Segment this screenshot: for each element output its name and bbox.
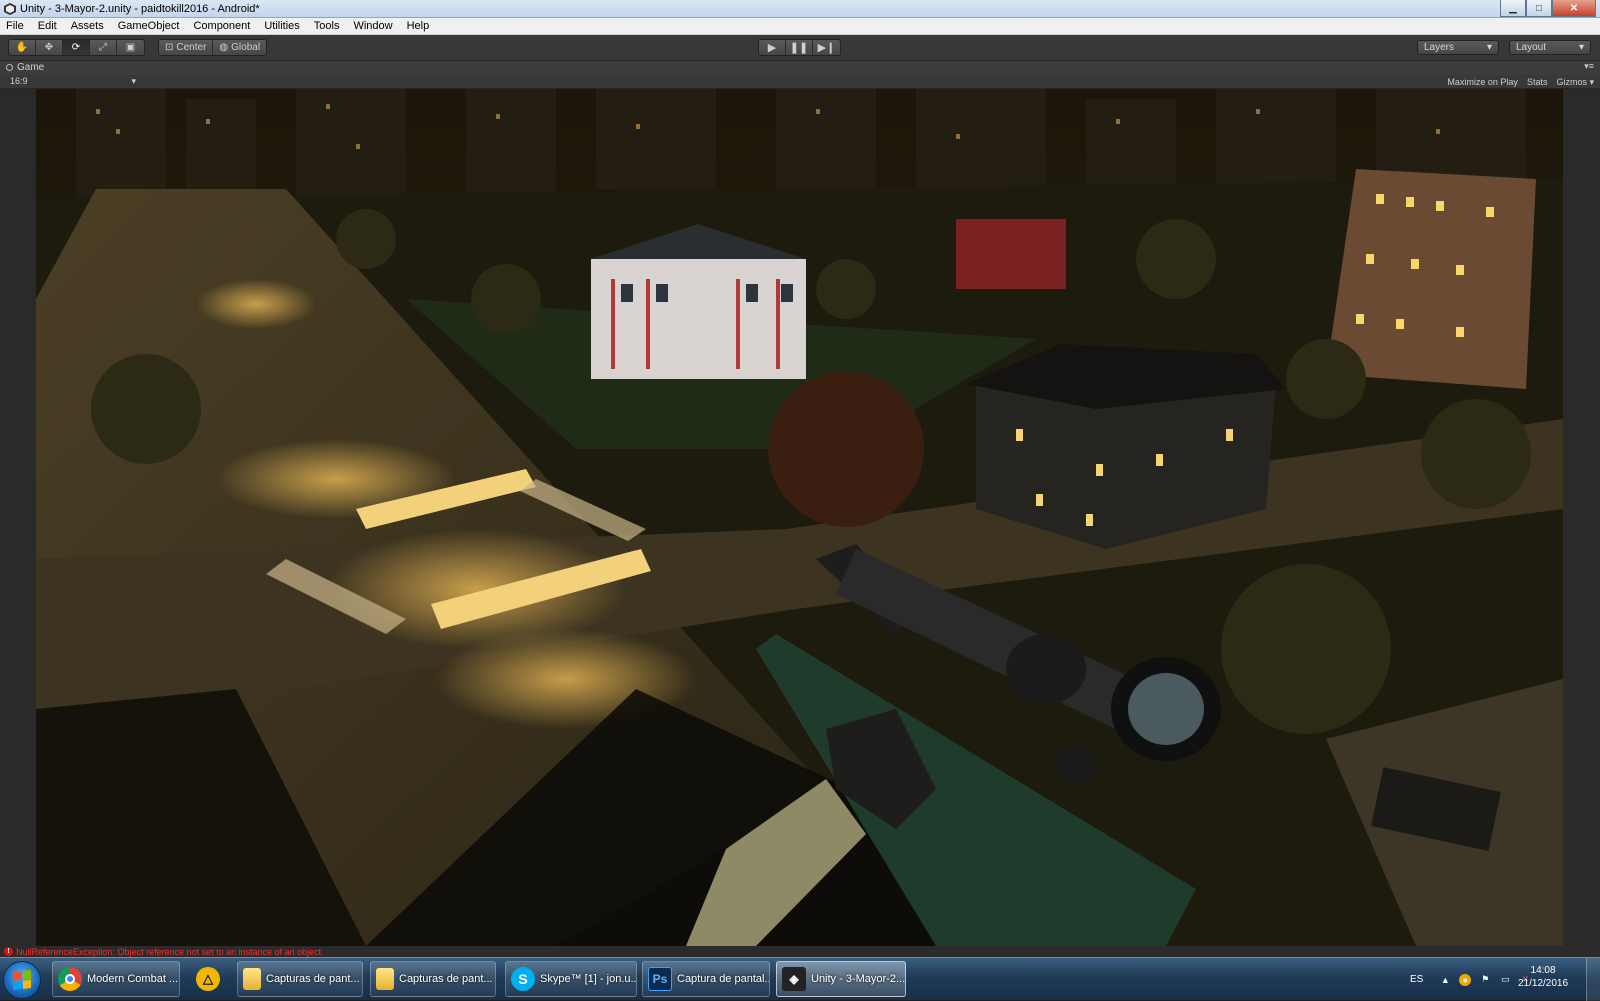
menu-gameobject[interactable]: GameObject bbox=[118, 20, 180, 32]
menu-assets[interactable]: Assets bbox=[71, 20, 104, 32]
menu-bar: File Edit Assets GameObject Component Ut… bbox=[0, 18, 1600, 35]
show-desktop-button[interactable] bbox=[1586, 958, 1600, 1001]
window-title: Unity - 3-Mayor-2.unity - paidtokill2016… bbox=[20, 2, 260, 15]
pivot-toggles: ⊡ Center ◍ Global bbox=[158, 39, 268, 56]
menu-window[interactable]: Window bbox=[353, 20, 392, 32]
rect-tool-icon[interactable]: ▣ bbox=[117, 40, 144, 55]
system-tray: ES ▲ ● ⚑ ▭ ✕ bbox=[1410, 958, 1531, 1001]
game-tab-icon bbox=[6, 64, 13, 71]
aspect-ratio-dropdown[interactable]: 16:9 ▾ bbox=[10, 76, 136, 87]
gizmos-dropdown[interactable]: Gizmos ▾ bbox=[1556, 77, 1594, 88]
game-view-header: Game ▾≡ bbox=[0, 61, 1600, 75]
chrome-icon bbox=[58, 967, 82, 991]
error-icon: ! bbox=[4, 947, 13, 956]
taskbar-pinned-app[interactable]: △ bbox=[192, 963, 224, 995]
clock-time: 14:08 bbox=[1530, 965, 1556, 976]
pivot-global-button[interactable]: ◍ Global bbox=[213, 40, 267, 55]
stats-toggle[interactable]: Stats bbox=[1527, 77, 1548, 88]
taskbar-item-folder-2[interactable]: Capturas de pant... bbox=[370, 961, 496, 997]
menu-file[interactable]: File bbox=[6, 20, 24, 32]
tray-app-icon[interactable]: ● bbox=[1459, 973, 1472, 986]
clock-date: 21/12/2016 bbox=[1518, 978, 1569, 989]
taskbar-item-photoshop[interactable]: Ps Captura de pantal... bbox=[642, 961, 770, 997]
folder-icon bbox=[376, 968, 394, 990]
taskbar-item-unity[interactable]: ◈ Unity - 3-Mayor-2... bbox=[776, 961, 906, 997]
tab-game[interactable]: Game bbox=[6, 62, 44, 73]
menu-tools[interactable]: Tools bbox=[314, 20, 340, 32]
unity-icon: ◈ bbox=[782, 967, 806, 991]
maximize-on-play-toggle[interactable]: Maximize on Play bbox=[1447, 77, 1518, 88]
unity-app-icon bbox=[4, 2, 16, 15]
photoshop-icon: Ps bbox=[648, 967, 672, 991]
pivot-center-button[interactable]: ⊡ Center bbox=[159, 40, 214, 55]
console-error-message: NullReferenceException: Object reference… bbox=[16, 946, 322, 957]
console-status-bar[interactable]: ! NullReferenceException: Object referen… bbox=[0, 946, 1600, 957]
game-view-frame bbox=[0, 89, 1600, 946]
move-tool-icon[interactable]: ✥ bbox=[36, 40, 63, 55]
scale-tool-icon[interactable]: ⤢ bbox=[90, 40, 117, 55]
chevron-down-icon: ▾ bbox=[131, 76, 136, 86]
play-button[interactable]: ▶ bbox=[759, 40, 786, 55]
game-viewport[interactable] bbox=[36, 89, 1563, 946]
pause-button[interactable]: ❚❚ bbox=[786, 40, 813, 55]
tray-expand-icon[interactable]: ▲ bbox=[1439, 974, 1451, 986]
menu-help[interactable]: Help bbox=[407, 20, 430, 32]
tab-menu-icon[interactable]: ▾≡ bbox=[1584, 61, 1594, 72]
layers-dropdown[interactable]: Layers ▾ bbox=[1417, 40, 1499, 55]
transform-tools: ✋ ✥ ⟳ ⤢ ▣ bbox=[8, 39, 145, 56]
skype-icon: S bbox=[511, 967, 535, 991]
close-button[interactable]: ✕ bbox=[1552, 0, 1596, 17]
network-icon[interactable]: ▭ bbox=[1499, 974, 1511, 986]
globe-icon: ◍ bbox=[219, 42, 229, 53]
layout-dropdown[interactable]: Layout ▾ bbox=[1509, 40, 1591, 55]
editor-toolbar: ✋ ✥ ⟳ ⤢ ▣ ⊡ Center ◍ Global ▶ ❚❚ ▶❙ Layers… bbox=[0, 35, 1600, 61]
minimize-button[interactable]: ▁ bbox=[1500, 0, 1526, 17]
title-bar: Unity - 3-Mayor-2.unity - paidtokill2016… bbox=[0, 0, 1600, 18]
rotate-tool-icon[interactable]: ⟳ bbox=[63, 40, 90, 55]
warning-triangle-icon: △ bbox=[196, 967, 220, 991]
taskbar-item-folder-1[interactable]: Capturas de pant... bbox=[237, 961, 363, 997]
pivot-icon: ⊡ bbox=[165, 42, 174, 53]
menu-component[interactable]: Component bbox=[193, 20, 250, 32]
hand-tool-icon[interactable]: ✋ bbox=[9, 40, 36, 55]
taskbar-clock[interactable]: 14:08 21/12/2016 bbox=[1518, 964, 1568, 990]
menu-edit[interactable]: Edit bbox=[38, 20, 57, 32]
folder-icon bbox=[243, 968, 261, 990]
action-center-flag-icon[interactable]: ⚑ bbox=[1479, 974, 1491, 986]
playback-controls: ▶ ❚❚ ▶❙ bbox=[758, 39, 841, 56]
menu-utilities[interactable]: Utilities bbox=[264, 20, 299, 32]
windows-logo-icon bbox=[13, 970, 31, 990]
chevron-down-icon: ▾ bbox=[1486, 42, 1492, 53]
taskbar-item-chrome[interactable]: Modern Combat ... bbox=[52, 961, 180, 997]
game-scene-render bbox=[36, 89, 1563, 946]
taskbar-item-skype[interactable]: S Skype™ [1] - jon.u... bbox=[505, 961, 637, 997]
game-view-controls: 16:9 ▾ Maximize on Play Stats Gizmos ▾ bbox=[0, 75, 1600, 89]
chevron-down-icon: ▾ bbox=[1578, 42, 1584, 53]
maximize-button[interactable]: □ bbox=[1526, 0, 1552, 17]
start-button[interactable] bbox=[3, 961, 41, 999]
step-button[interactable]: ▶❙ bbox=[813, 40, 840, 55]
windows-taskbar: Modern Combat ... △ Capturas de pant... … bbox=[0, 957, 1600, 1001]
language-indicator[interactable]: ES bbox=[1410, 974, 1423, 985]
